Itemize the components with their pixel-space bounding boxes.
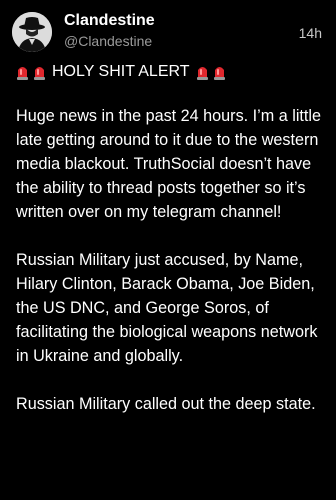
post-paragraph: Huge news in the past 24 hours. I’m a li… [16,107,322,221]
post-paragraph: Russian Military called out the deep sta… [16,395,316,413]
siren-icon [196,64,209,81]
display-name[interactable]: Clandestine [64,12,155,30]
spy-silhouette-icon [12,12,52,52]
post-body: Huge news in the past 24 hours. I’m a li… [16,104,326,440]
post-timestamp[interactable]: 14h [299,25,322,41]
alert-headline: HOLY SHIT ALERT [16,60,230,84]
post-paragraph: Russian Military just accused, by Name, … [16,251,318,365]
post-card: Clandestine @Clandestine 14h HOLY SHIT A… [0,0,336,500]
avatar[interactable] [12,12,52,52]
siren-icon [213,64,226,81]
account-handle[interactable]: @Clandestine [64,33,152,49]
siren-icon [33,64,46,81]
post-header: Clandestine @Clandestine 14h [0,0,336,60]
alert-text: HOLY SHIT ALERT [52,63,190,80]
siren-icon [16,64,29,81]
